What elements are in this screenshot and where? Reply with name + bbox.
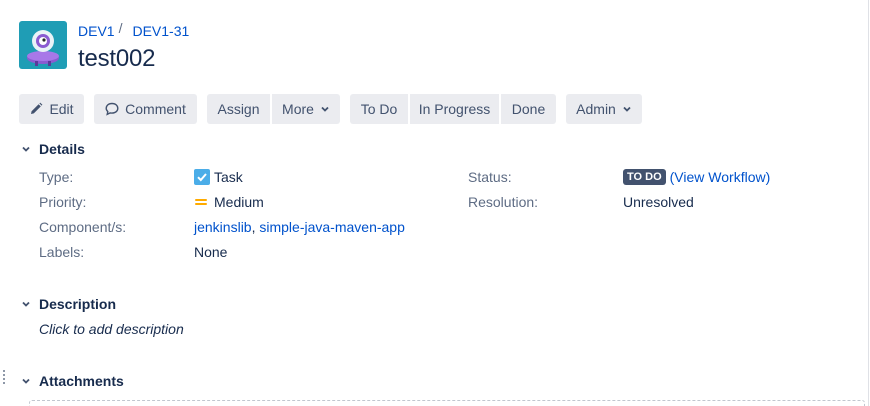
priority-label: Priority:	[39, 194, 87, 210]
drag-handle-icon[interactable]	[3, 369, 5, 385]
type-label: Type:	[39, 169, 74, 185]
labels-value[interactable]: None	[194, 244, 227, 260]
transition-todo-button[interactable]: To Do	[350, 94, 408, 124]
priority-value: Medium	[194, 194, 264, 210]
status-badge: TO DO	[623, 169, 666, 185]
components-label: Component/s:	[39, 219, 127, 235]
transition-done-button[interactable]: Done	[501, 94, 556, 124]
chevron-down-icon	[320, 104, 330, 114]
attachments-dropzone[interactable]	[29, 400, 865, 406]
comment-icon	[105, 102, 119, 116]
assign-button[interactable]: Assign	[207, 94, 270, 124]
comment-label: Comment	[125, 101, 186, 117]
resolution-label: Resolution:	[468, 194, 539, 210]
admin-button[interactable]: Admin	[566, 94, 642, 124]
edit-label: Edit	[49, 101, 74, 117]
view-workflow-link[interactable]: (View Workflow)	[670, 169, 771, 185]
breadcrumb-project-link[interactable]: DEV1	[78, 23, 115, 39]
window-edge	[868, 0, 869, 406]
priority-text: Medium	[214, 194, 264, 210]
description-placeholder[interactable]: Click to add description	[39, 321, 184, 337]
details-heading: Details	[39, 141, 85, 157]
components-separator: ,	[251, 219, 260, 235]
type-text: Task	[214, 169, 243, 185]
component-link-simple-java-maven-app[interactable]: simple-java-maven-app	[259, 219, 405, 235]
edit-button[interactable]: Edit	[19, 94, 84, 124]
resolution-value: Unresolved	[623, 194, 694, 210]
description-section-header[interactable]: Description	[19, 296, 116, 312]
attachments-section-header[interactable]: Attachments	[19, 373, 124, 389]
component-link-jenkinslib[interactable]: jenkinslib	[194, 219, 252, 235]
details-section-header[interactable]: Details	[19, 141, 85, 157]
project-avatar-icon[interactable]	[19, 21, 67, 69]
chevron-down-icon[interactable]	[19, 142, 33, 156]
attachments-heading: Attachments	[39, 373, 124, 389]
task-checkbox-icon	[194, 169, 210, 185]
breadcrumb-issue-link[interactable]: DEV1-31	[132, 23, 189, 39]
chevron-down-icon[interactable]	[19, 374, 33, 388]
admin-label: Admin	[576, 101, 616, 117]
components-value: jenkinslib , simple-java-maven-app	[194, 219, 405, 235]
type-value: Task	[194, 169, 243, 185]
breadcrumb: DEV1 / DEV1-31	[78, 20, 189, 39]
chevron-down-icon[interactable]	[19, 297, 33, 311]
breadcrumb-separator: /	[118, 20, 123, 36]
page-title[interactable]: test002	[78, 45, 156, 73]
comment-button[interactable]: Comment	[94, 94, 197, 124]
chevron-down-icon	[622, 104, 632, 114]
more-button[interactable]: More	[272, 94, 340, 124]
transition-inprogress-button[interactable]: In Progress	[410, 94, 499, 124]
labels-label: Labels:	[39, 244, 85, 260]
more-label: More	[282, 101, 314, 117]
description-heading: Description	[39, 296, 117, 312]
pencil-icon	[29, 102, 43, 116]
status-label: Status:	[468, 169, 512, 185]
priority-medium-icon	[194, 195, 208, 209]
status-value: TO DO (View Workflow)	[623, 169, 770, 185]
